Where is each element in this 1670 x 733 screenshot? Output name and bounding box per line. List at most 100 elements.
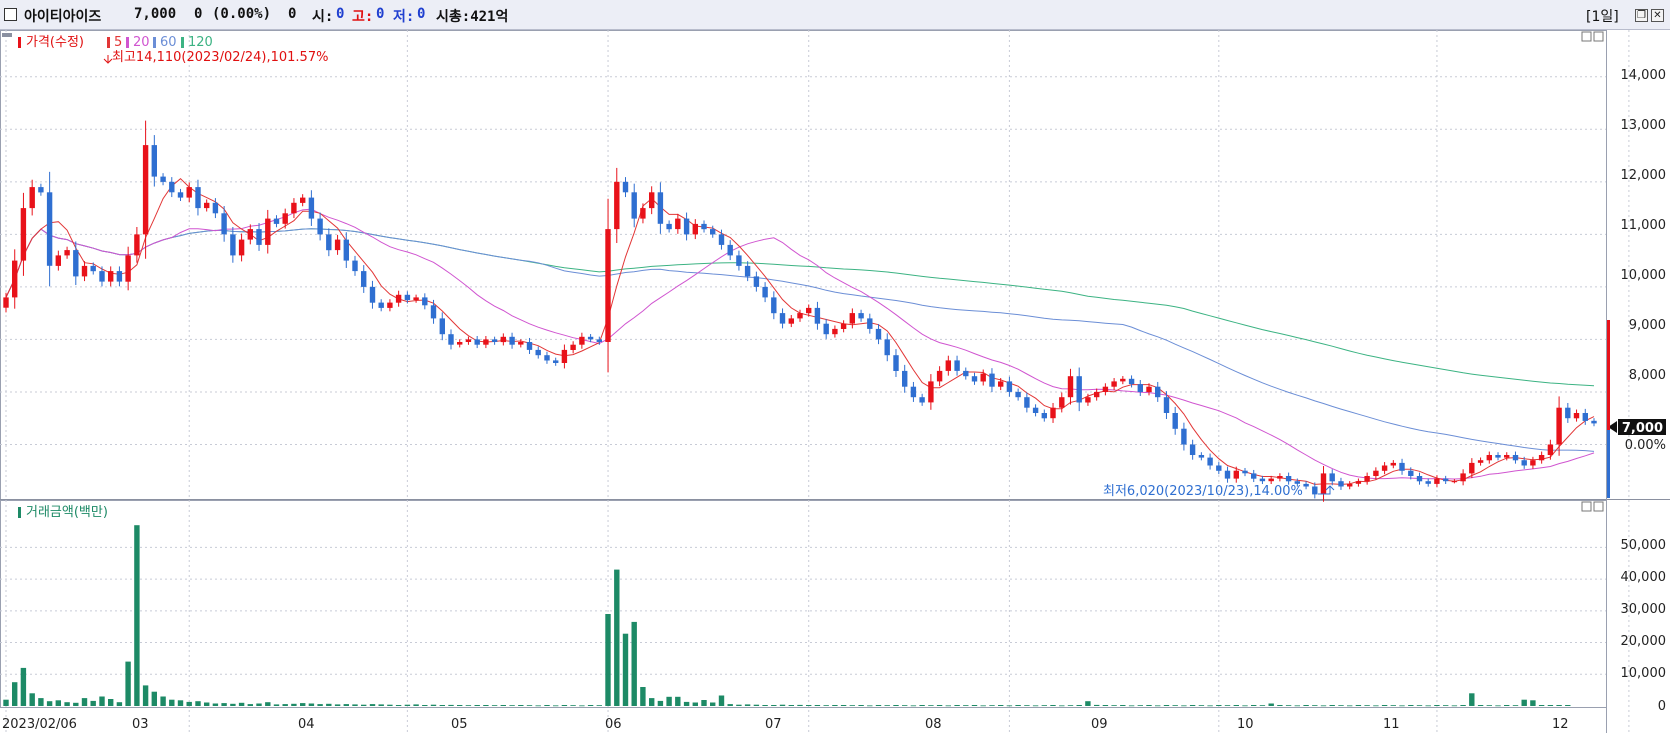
candle-body: [963, 370, 969, 377]
select-checkbox[interactable]: [4, 8, 17, 21]
candle-body: [614, 181, 620, 230]
candle-body: [1320, 473, 1327, 495]
candle-body: [605, 229, 611, 342]
candle-body: [1373, 470, 1379, 476]
price-legend-marker: [18, 37, 21, 48]
candle-body: [343, 239, 349, 261]
candle-body: [561, 349, 568, 363]
pane-close-icon[interactable]: [1593, 31, 1604, 42]
volume-bar: [919, 705, 925, 706]
candle-body: [474, 339, 480, 345]
candle-body: [875, 328, 882, 340]
volume-bar: [1041, 705, 1047, 706]
y-tick-label: 11,000: [1621, 218, 1667, 233]
candle-body: [683, 218, 690, 235]
candle-body: [788, 318, 794, 324]
period-selector[interactable]: [1일]: [1586, 6, 1619, 26]
candle-body: [1251, 473, 1257, 479]
price-change: 0: [194, 6, 203, 22]
candle-body: [1364, 476, 1370, 482]
volume-bar: [1565, 705, 1571, 706]
volume-bar: [1390, 705, 1396, 706]
volume-bar: [1015, 705, 1021, 706]
volume-bar: [692, 702, 698, 706]
volume-bar: [823, 705, 829, 706]
candle-body: [334, 239, 341, 251]
volume-y-tick-label: 30,000: [1621, 602, 1667, 617]
high-value: 0: [376, 6, 385, 22]
candle-body: [1547, 444, 1554, 455]
candle-body: [945, 360, 951, 371]
candle-body: [814, 307, 821, 324]
volume-bar: [814, 705, 821, 706]
x-tick-label: 11: [1383, 717, 1400, 732]
candle-body: [361, 271, 367, 287]
volume-bar: [1303, 705, 1309, 706]
volume-y-tick-label: 10,000: [1621, 666, 1667, 681]
volume-bar: [369, 704, 376, 706]
volume-bar: [832, 705, 838, 706]
volume-bar: [38, 698, 44, 706]
market-cap: 시총:421억: [436, 9, 509, 25]
volume-bar: [1364, 705, 1370, 706]
candle-body: [1521, 460, 1527, 466]
volume-bar: [1067, 705, 1074, 706]
pane-minimize-icon[interactable]: [1581, 31, 1592, 42]
volume-bar: [1085, 701, 1091, 706]
stock-chart: 가격(수정) 5 20 60 120 거래금액(백만) 최고14,110(202…: [0, 30, 1670, 733]
volume-bar: [29, 693, 35, 706]
volume-bar: [1120, 705, 1126, 706]
volume-bar: [491, 705, 498, 706]
pane-grip-icon[interactable]: [2, 33, 12, 37]
candle-body: [116, 271, 123, 282]
volume-bar: [1329, 705, 1335, 706]
volume-bar: [1181, 705, 1187, 707]
candle-body: [727, 244, 733, 256]
volume-bar: [710, 702, 716, 706]
candle-body: [160, 176, 166, 182]
candle-body: [526, 342, 533, 350]
candle-body: [1347, 483, 1353, 487]
volume-bar: [212, 703, 219, 706]
candle-body: [622, 181, 629, 193]
candle-body: [81, 265, 88, 277]
volume-bar: [160, 696, 166, 706]
volume-bar: [683, 701, 690, 706]
candle-body: [1067, 376, 1074, 398]
candle-body: [858, 313, 864, 319]
volume-pane-minimize-icon[interactable]: [1581, 501, 1592, 512]
candle-body: [1285, 476, 1292, 482]
x-tick-label: 06: [605, 717, 622, 732]
candle-body: [1338, 481, 1344, 487]
volume-bar: [1521, 699, 1527, 706]
volume-pane-close-icon[interactable]: [1593, 501, 1604, 512]
volume-pane-title: 거래금액(백만): [26, 505, 108, 520]
volume-bar: [1259, 705, 1266, 706]
volume-bar: [1076, 705, 1082, 706]
volume-bar: [108, 699, 114, 706]
candle-body: [1024, 397, 1030, 408]
candle-body: [282, 213, 288, 224]
x-tick-label: 04: [298, 717, 315, 732]
candle-body: [317, 218, 323, 235]
candle-body: [1303, 483, 1309, 487]
y-tick-label: 12,000: [1621, 168, 1667, 183]
candle-body: [1128, 378, 1135, 385]
candle-body: [29, 187, 35, 209]
restore-icon[interactable]: ❐: [1635, 9, 1648, 22]
candle-body: [884, 339, 890, 356]
volume-bar: [963, 705, 969, 706]
volume-bar: [945, 705, 951, 707]
candle-body: [1390, 462, 1396, 466]
candle-body: [1006, 381, 1013, 392]
candle-body: [20, 208, 27, 261]
low-value: 0: [417, 6, 426, 22]
volume-bar: [1443, 705, 1449, 706]
close-icon[interactable]: ✕: [1651, 9, 1664, 22]
candle-body: [1425, 481, 1431, 484]
x-tick-label: 10: [1237, 717, 1254, 732]
price-pane: [0, 30, 1607, 500]
high-label: 고:: [352, 9, 374, 25]
volume-bar: [954, 705, 960, 706]
candle-body: [1312, 486, 1318, 495]
